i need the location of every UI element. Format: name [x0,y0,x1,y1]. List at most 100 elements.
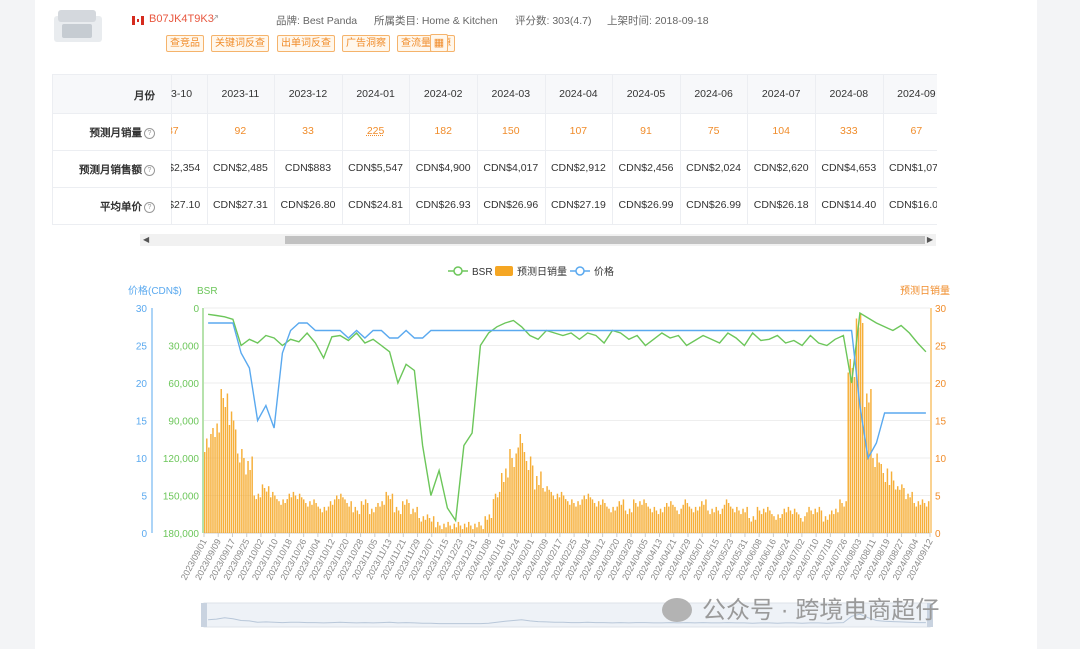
sales-bar [670,501,672,533]
row-label-month: 月份 [53,88,171,103]
asin-link[interactable]: B07JK4T9K3 [149,13,214,25]
sales-bar [868,402,870,533]
sales-bar [686,503,689,533]
sales-bar [366,503,369,533]
units-cell: 182 [434,125,452,137]
row-label-units: 预测月销量? [53,125,171,140]
sales-bar [810,510,812,533]
revenue-cell: CDN$2,912 [550,162,606,174]
sales-trend-chart: 0 0 5 5 10 10 15 15 20 20 25 25 30 30 0 30,000 60,000 90,… [128,265,950,628]
table-horizontal-scrollbar[interactable]: ◀ ▶ [140,234,936,246]
sales-bar [329,501,332,533]
avg-price-cell: CDN$26.99 [618,199,674,211]
calculator-icon[interactable]: ▦ [430,34,448,52]
sales-bar [542,488,544,533]
sales-bar [567,501,569,533]
help-icon[interactable]: ? [144,128,155,139]
sales-bar [437,521,439,533]
help-icon[interactable]: ? [144,202,155,213]
scrollbar-thumb[interactable] [285,236,925,244]
sales-bar [554,499,557,533]
sales-bar [899,489,901,533]
avg-price-cell: CDN$27.19 [550,199,606,211]
sales-bar [756,506,759,533]
sales-bar [839,499,841,533]
range-start-handle[interactable] [201,603,207,627]
sales-bar [564,499,567,533]
sales-bar [546,486,548,533]
sales-bar [558,497,561,533]
external-link-icon[interactable]: ↗ [211,13,219,24]
sales-bar [874,467,876,533]
sales-bar [214,437,216,533]
sales-bar [521,443,524,533]
sales-bar [455,527,458,533]
sales-bar [507,477,509,533]
sales-bar [484,516,486,533]
tag-keyword-reverse-button[interactable]: 关键词反查 [211,35,269,52]
sales-bar [406,499,408,533]
sales-bar [680,508,682,533]
sales-bar [422,516,425,533]
sales-bar [383,504,385,533]
sales-bar [692,512,695,533]
sales-bar [435,527,437,533]
sales-bar [715,506,717,533]
sales-bar [414,512,416,533]
sales-bar [591,499,594,533]
sales-bar [486,519,489,533]
sales-bar [921,499,924,533]
sales-bar [672,504,674,533]
sales-bar [527,470,530,533]
sales-bar [358,514,361,533]
sales-bar [397,510,400,533]
sales-bar [457,521,460,533]
sales-bar [494,493,497,533]
sales-bar [610,512,612,533]
sales-bar [439,525,441,533]
sales-bar [600,504,602,533]
product-thumbnail[interactable] [52,6,104,48]
tag-order-keyword-button[interactable]: 出单词反查 [277,35,335,52]
tag-competitors-button[interactable]: 查竞品 [166,35,204,52]
sales-bar [373,512,375,533]
scroll-left-arrow-icon[interactable]: ◀ [143,234,149,246]
sales-bar [453,523,456,533]
sales-bar [791,514,794,533]
sales-bar [777,514,779,533]
sales-bar [531,465,534,533]
sales-bar [853,377,856,533]
month-cell: 2024-01 [356,88,395,100]
sales-bar [377,503,379,533]
sales-axis-tick: 5 [935,492,941,503]
sales-bar [420,521,423,533]
help-icon[interactable]: ? [144,165,155,176]
sales-bar [451,529,453,533]
sales-bar [732,508,734,533]
sales-bar [614,510,616,533]
sales-bar [364,499,367,533]
avg-price-cell: CDN$16.00 [888,199,937,211]
bsr-axis-tick: 120,000 [163,454,200,465]
table-scroll-area[interactable]: 2023-10 87 CDN$2,354 CDN$27.10 2023-11 92 CDN$… [171,75,937,225]
sales-bar [872,458,874,533]
sales-bar [684,499,687,533]
sales-bar [806,512,808,533]
scroll-right-arrow-icon[interactable]: ▶ [927,234,933,246]
sales-bar [300,497,303,533]
sales-bar [624,510,627,533]
sales-bar [288,493,291,533]
month-cell: 2024-09 [897,88,936,100]
sales-bar [323,506,326,533]
sales-bar [478,521,480,533]
sales-bar [210,434,212,533]
sales-bar [668,506,670,533]
price-axis-tick: 5 [141,492,147,503]
sales-bar [760,514,763,533]
sales-bar [699,506,701,533]
sales-bar [569,504,571,533]
sales-bar [513,467,515,533]
tag-ad-insight-button[interactable]: 广告洞察 [342,35,390,52]
sales-bar [793,508,796,533]
units-cell: 225 [366,125,385,137]
